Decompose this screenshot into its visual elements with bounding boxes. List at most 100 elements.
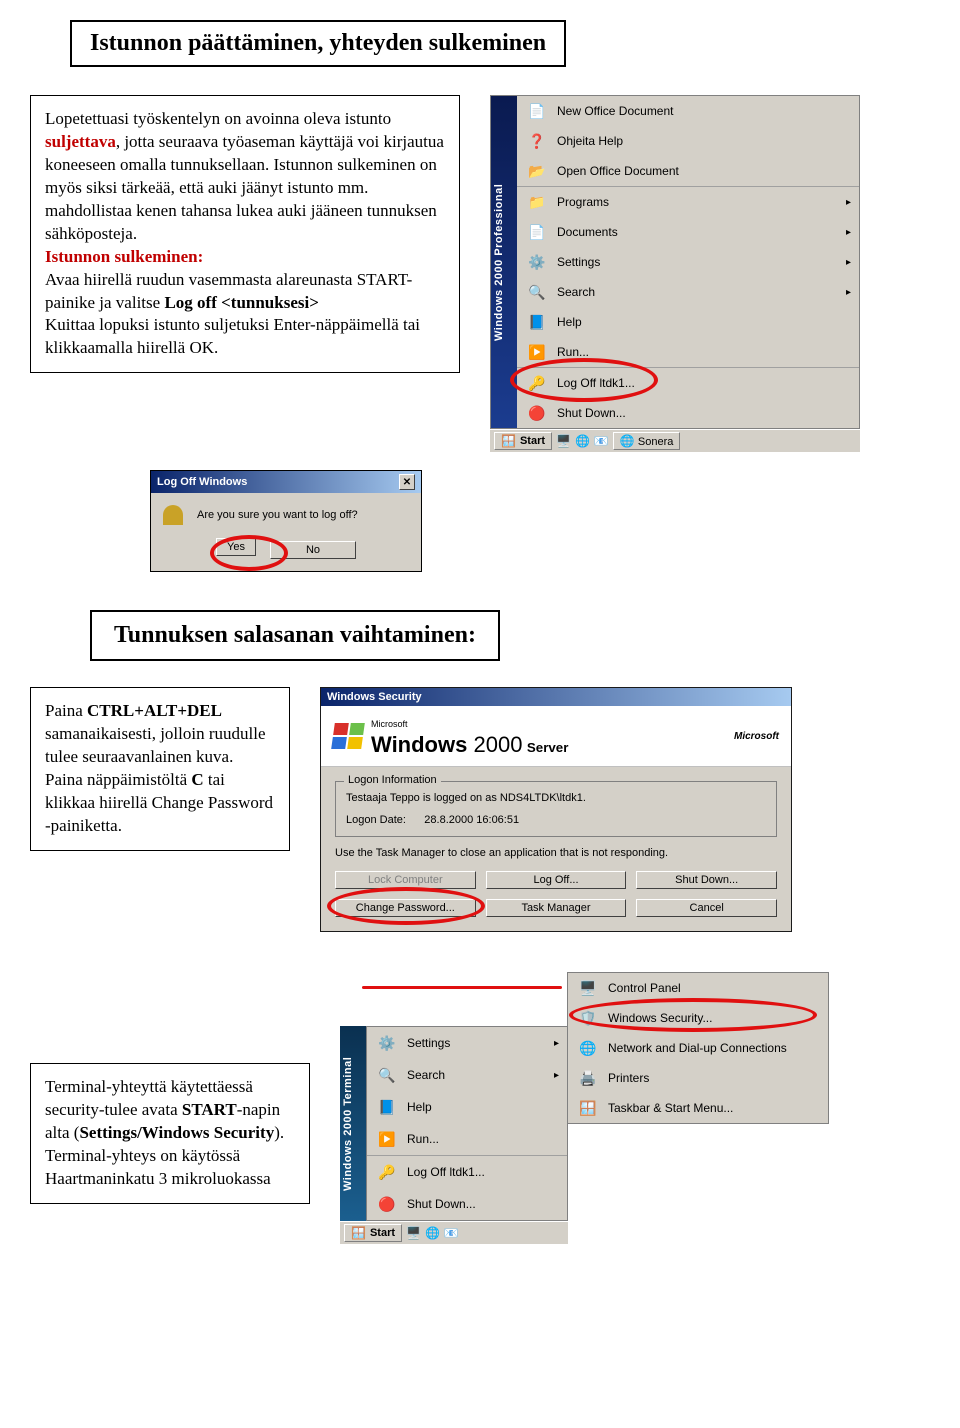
instructions-box-3: Terminal-yhteyttä käytettäessä security-… xyxy=(30,1063,310,1204)
taskbar-quicklaunch-icon[interactable]: 🖥️ xyxy=(556,434,571,448)
menu-item-icon: 🛡️ xyxy=(578,1008,598,1028)
logoff-bold: Log off <tunnuksesi> xyxy=(164,293,318,312)
windows-security-dialog: Windows Security Microsoft Windows 2000 … xyxy=(320,687,792,932)
menu-item-label: Log Off ltdk1... xyxy=(407,1165,485,1179)
date-label: Logon Date: xyxy=(346,814,406,826)
menu-item-label: Settings xyxy=(407,1036,450,1050)
fieldset-legend: Logon Information xyxy=(344,774,441,786)
menu-item-icon: 🌐 xyxy=(578,1038,598,1058)
windows-wordmark: Windows 2000 xyxy=(371,732,522,757)
menu-item[interactable]: 📁Programs▸ xyxy=(517,186,859,217)
menu-item-label: Documents xyxy=(557,225,618,239)
menu-item[interactable]: ❓Ohjeita Help xyxy=(517,126,859,156)
taskbar-app-button[interactable]: 🌐 Sonera xyxy=(613,432,681,450)
menu-item[interactable]: 📄New Office Document xyxy=(517,96,859,126)
logged-text: Testaaja Teppo is logged on as NDS4LTDK\… xyxy=(346,792,766,804)
menu-item-label: Log Off ltdk1... xyxy=(557,376,635,390)
taskbar-ql1-icon[interactable]: 🖥️ xyxy=(406,1226,421,1240)
menu-item-icon: 📄 xyxy=(527,222,547,242)
security-button[interactable]: Cancel xyxy=(636,899,777,917)
menu-item-label: Taskbar & Start Menu... xyxy=(608,1101,733,1115)
menu-item-icon: ⚙️ xyxy=(527,252,547,272)
security-button[interactable]: Change Password... xyxy=(335,899,476,917)
terminal-taskbar: 🪟 Start 🖥️ 🌐 📧 xyxy=(340,1221,568,1244)
menu-item-icon: 📄 xyxy=(527,101,547,121)
menu-item[interactable]: 🔍Search▸ xyxy=(367,1059,567,1091)
menu-item[interactable]: 🌐 Network and Dial-up Connections xyxy=(568,1033,828,1063)
no-button[interactable]: No xyxy=(270,541,356,559)
chevron-right-icon: ▸ xyxy=(554,1038,559,1049)
p1a: Lopetettuasi työskentelyn on avoinna ole… xyxy=(45,109,391,128)
s3p4: Terminal-yhteys on käytössä Haartmaninka… xyxy=(45,1146,271,1188)
sec-dialog-title: Windows Security xyxy=(327,691,422,703)
menu-item-label: Network and Dial-up Connections xyxy=(608,1041,787,1055)
date-value: 28.8.2000 16:06:51 xyxy=(424,814,519,826)
menu-item-icon: 🔴 xyxy=(527,403,547,423)
menu-item[interactable]: ⚙️Settings▸ xyxy=(517,247,859,277)
menu-item-icon: 🔑 xyxy=(527,373,547,393)
security-button[interactable]: Log Off... xyxy=(486,871,627,889)
menu-item-icon: 🪟 xyxy=(578,1098,598,1118)
security-button[interactable]: Task Manager xyxy=(486,899,627,917)
close-icon[interactable]: ✕ xyxy=(399,474,415,490)
tip-text: Use the Task Manager to close an applica… xyxy=(335,847,777,859)
menu-item-label: Shut Down... xyxy=(557,406,626,420)
windows-2000-bar: Windows 2000 Professional xyxy=(491,96,517,428)
terminal-start-label: Start xyxy=(370,1227,395,1239)
menu-item[interactable]: ▶️Run... xyxy=(517,337,859,367)
menu-item[interactable]: 🔑Log Off ltdk1... xyxy=(367,1155,567,1188)
menu-item[interactable]: 📘Help xyxy=(367,1091,567,1123)
menu-item-label: Control Panel xyxy=(608,981,681,995)
menu-item-label: Programs xyxy=(557,195,609,209)
menu-item[interactable]: 🖨️Printers xyxy=(568,1063,828,1093)
start-button[interactable]: 🪟 Start xyxy=(494,432,552,450)
start-bold: START xyxy=(182,1100,237,1119)
terminal-start-button[interactable]: 🪟 Start xyxy=(344,1224,402,1242)
menu-item-icon: 🖥️ xyxy=(578,978,598,998)
path-bold: Settings/Windows Security xyxy=(79,1123,274,1142)
subheading: Istunnon sulkeminen: xyxy=(45,247,203,266)
menu-item[interactable]: 🔑 Log Off ltdk1... xyxy=(517,367,859,398)
menu-item[interactable]: 📂Open Office Document xyxy=(517,156,859,186)
taskbar-ql3-icon[interactable]: 📧 xyxy=(444,1226,459,1240)
microsoft-label: Microsoft xyxy=(371,719,408,729)
menu-item-label: Search xyxy=(407,1068,445,1082)
menu-item-icon: ⚙️ xyxy=(377,1033,397,1053)
menu-item-icon: 🔍 xyxy=(377,1065,397,1085)
dialog-question: Are you sure you want to log off? xyxy=(197,509,358,521)
dialog-title-text: Log Off Windows xyxy=(157,476,247,488)
menu-item[interactable]: ▶️Run... xyxy=(367,1123,567,1155)
yes-button[interactable]: Yes xyxy=(216,538,256,556)
logon-info-fieldset: Logon Information Testaaja Teppo is logg… xyxy=(335,781,777,837)
menu-item-label: Run... xyxy=(407,1132,439,1146)
ctrl-alt-del: CTRL+ALT+DEL xyxy=(87,701,222,720)
security-button: Lock Computer xyxy=(335,871,476,889)
windows-2000-terminal-bar: Windows 2000 Terminal xyxy=(340,1026,366,1221)
menu-item[interactable]: 📄 Documents ▸ xyxy=(517,217,859,247)
menu-item-label: Printers xyxy=(608,1071,649,1085)
menu-item-label: Settings xyxy=(557,255,600,269)
s3p3: ). xyxy=(274,1123,284,1142)
menu-item[interactable]: ⚙️ Settings ▸ xyxy=(367,1027,567,1059)
menu-item-label: Help xyxy=(557,315,582,329)
menu-item[interactable]: 🖥️ Control Panel xyxy=(568,973,828,1003)
windows-flag-icon xyxy=(331,723,365,749)
highlight-line-settings xyxy=(362,986,562,989)
chevron-right-icon: ▸ xyxy=(846,227,851,238)
instructions-box-2: Paina CTRL+ALT+DEL samanaikaisesti, joll… xyxy=(30,687,290,851)
security-button[interactable]: Shut Down... xyxy=(636,871,777,889)
key-icon xyxy=(163,505,183,525)
taskbar-ie-icon[interactable]: 🌐 xyxy=(575,434,590,448)
menu-item[interactable]: 🔴Shut Down... xyxy=(367,1188,567,1220)
taskbar-outlook-icon[interactable]: 📧 xyxy=(594,434,609,448)
menu-item[interactable]: 🪟 Taskbar & Start Menu... xyxy=(568,1093,828,1123)
s2p1a: Paina xyxy=(45,701,87,720)
menu-item[interactable]: 🛡️Windows Security... xyxy=(568,1003,828,1033)
menu-item[interactable]: 📘Help xyxy=(517,307,859,337)
taskbar-ql2-icon[interactable]: 🌐 xyxy=(425,1226,440,1240)
menu-item[interactable]: 🔴 Shut Down... xyxy=(517,398,859,428)
s2p1b: samanaikaisesti, jolloin ruudulle tulee … xyxy=(45,724,266,766)
menu-item-label: Help xyxy=(407,1100,432,1114)
menu-item-label: Ohjeita Help xyxy=(557,134,623,148)
menu-item[interactable]: 🔍Search▸ xyxy=(517,277,859,307)
